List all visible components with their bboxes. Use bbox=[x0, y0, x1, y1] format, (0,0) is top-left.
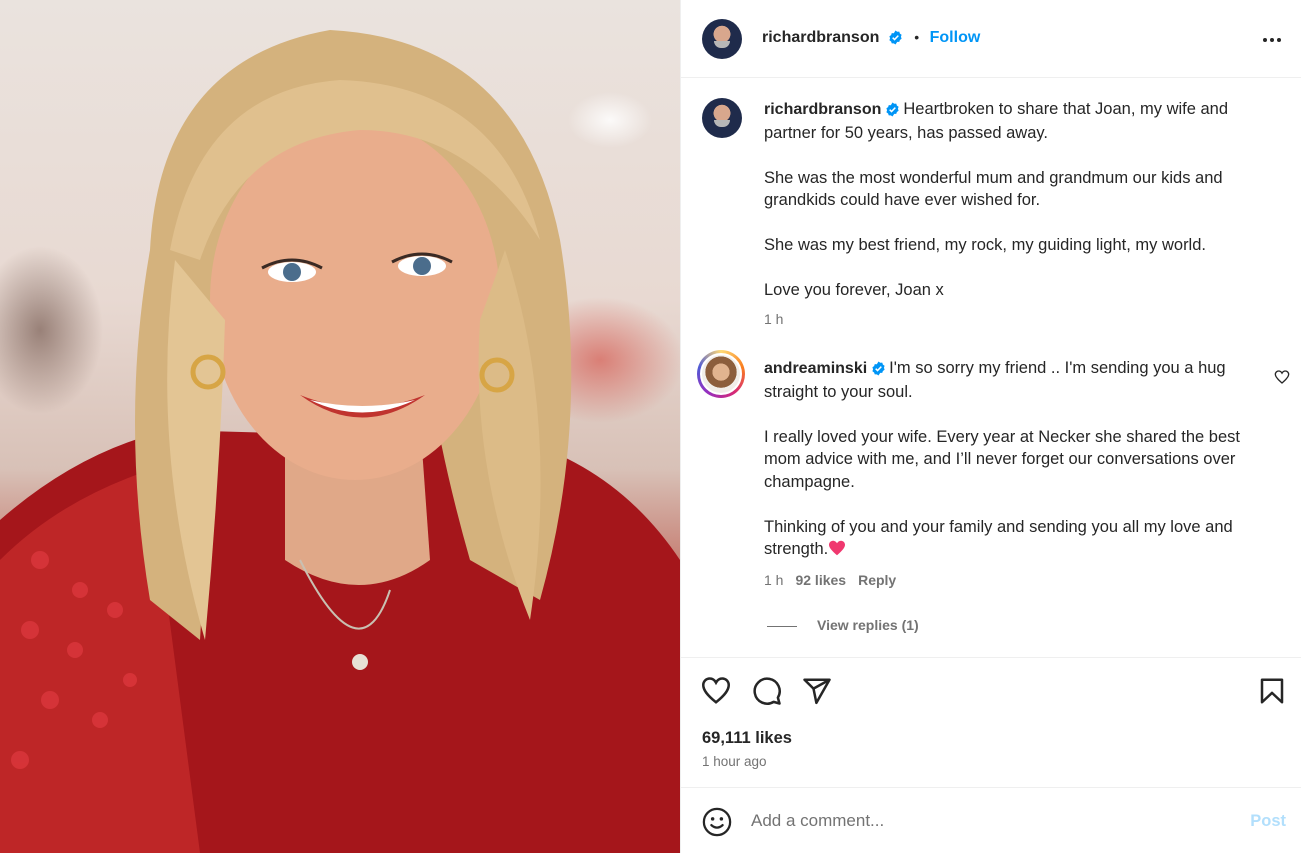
heart-icon[interactable] bbox=[701, 676, 731, 706]
comment-meta: 1 h 92 likes Reply bbox=[764, 569, 1274, 592]
caption-first-paragraph: richardbranson Heartbroken to share that… bbox=[764, 98, 1274, 144]
post-actions: 69,111 likes 1 hour ago bbox=[681, 657, 1301, 787]
more-options-icon[interactable] bbox=[1260, 28, 1284, 52]
caption-avatar[interactable] bbox=[702, 98, 742, 138]
author-avatar[interactable] bbox=[702, 19, 742, 59]
likes-count[interactable]: 69,111 likes bbox=[702, 729, 792, 748]
commenter-avatar[interactable] bbox=[697, 350, 745, 398]
reply-button[interactable]: Reply bbox=[858, 572, 896, 588]
smiley-icon[interactable] bbox=[702, 807, 732, 837]
view-replies-button[interactable]: View replies (1) bbox=[767, 617, 919, 633]
follow-button[interactable]: Follow bbox=[930, 29, 981, 46]
author-line: richardbranson • Follow bbox=[762, 29, 980, 47]
separator-dot: • bbox=[914, 29, 920, 45]
heart-emoji bbox=[829, 540, 846, 556]
post-comment-button[interactable]: Post bbox=[1250, 812, 1286, 831]
post-header: richardbranson • Follow bbox=[681, 0, 1301, 78]
comment-paragraph: I really loved your wife. Every year at … bbox=[764, 427, 1240, 491]
commenter-username[interactable]: andreaminski bbox=[764, 360, 867, 377]
replies-divider-line bbox=[767, 625, 797, 627]
comment-input[interactable] bbox=[751, 806, 1221, 836]
post-photo[interactable] bbox=[0, 0, 680, 853]
comment-paragraph: Thinking of you and your family and send… bbox=[764, 516, 1274, 561]
post-side-panel: richardbranson • Follow richardbranson H… bbox=[680, 0, 1301, 853]
verified-badge-icon bbox=[886, 102, 899, 117]
caption-paragraph: She was the most wonderful mum and grand… bbox=[764, 168, 1223, 210]
comment-like-heart-icon[interactable] bbox=[1274, 369, 1290, 385]
comment-icon[interactable] bbox=[752, 676, 782, 706]
add-comment-bar: Post bbox=[681, 787, 1301, 853]
caption-text: richardbranson Heartbroken to share that… bbox=[764, 98, 1274, 330]
verified-badge-icon bbox=[872, 361, 885, 376]
post-photo-illustration bbox=[0, 30, 680, 853]
caption-paragraph: She was my best friend, my rock, my guid… bbox=[764, 236, 1206, 254]
comment-likes[interactable]: 92 likes bbox=[795, 572, 846, 588]
comment-timestamp[interactable]: 1 h bbox=[764, 572, 783, 588]
comment-text: andreaminski I'm so sorry my friend .. I… bbox=[764, 357, 1274, 591]
verified-badge-icon bbox=[889, 30, 902, 45]
caption-paragraph: Love you forever, Joan x bbox=[764, 281, 944, 299]
comment-first-paragraph: andreaminski I'm so sorry my friend .. I… bbox=[764, 357, 1274, 403]
author-username[interactable]: richardbranson bbox=[762, 29, 879, 46]
caption-timestamp[interactable]: 1 h bbox=[764, 308, 1274, 331]
share-icon[interactable] bbox=[802, 676, 832, 706]
post-time-ago[interactable]: 1 hour ago bbox=[702, 754, 767, 769]
caption-username[interactable]: richardbranson bbox=[764, 101, 881, 118]
bookmark-icon[interactable] bbox=[1257, 676, 1287, 706]
view-replies-label: View replies (1) bbox=[817, 617, 919, 633]
